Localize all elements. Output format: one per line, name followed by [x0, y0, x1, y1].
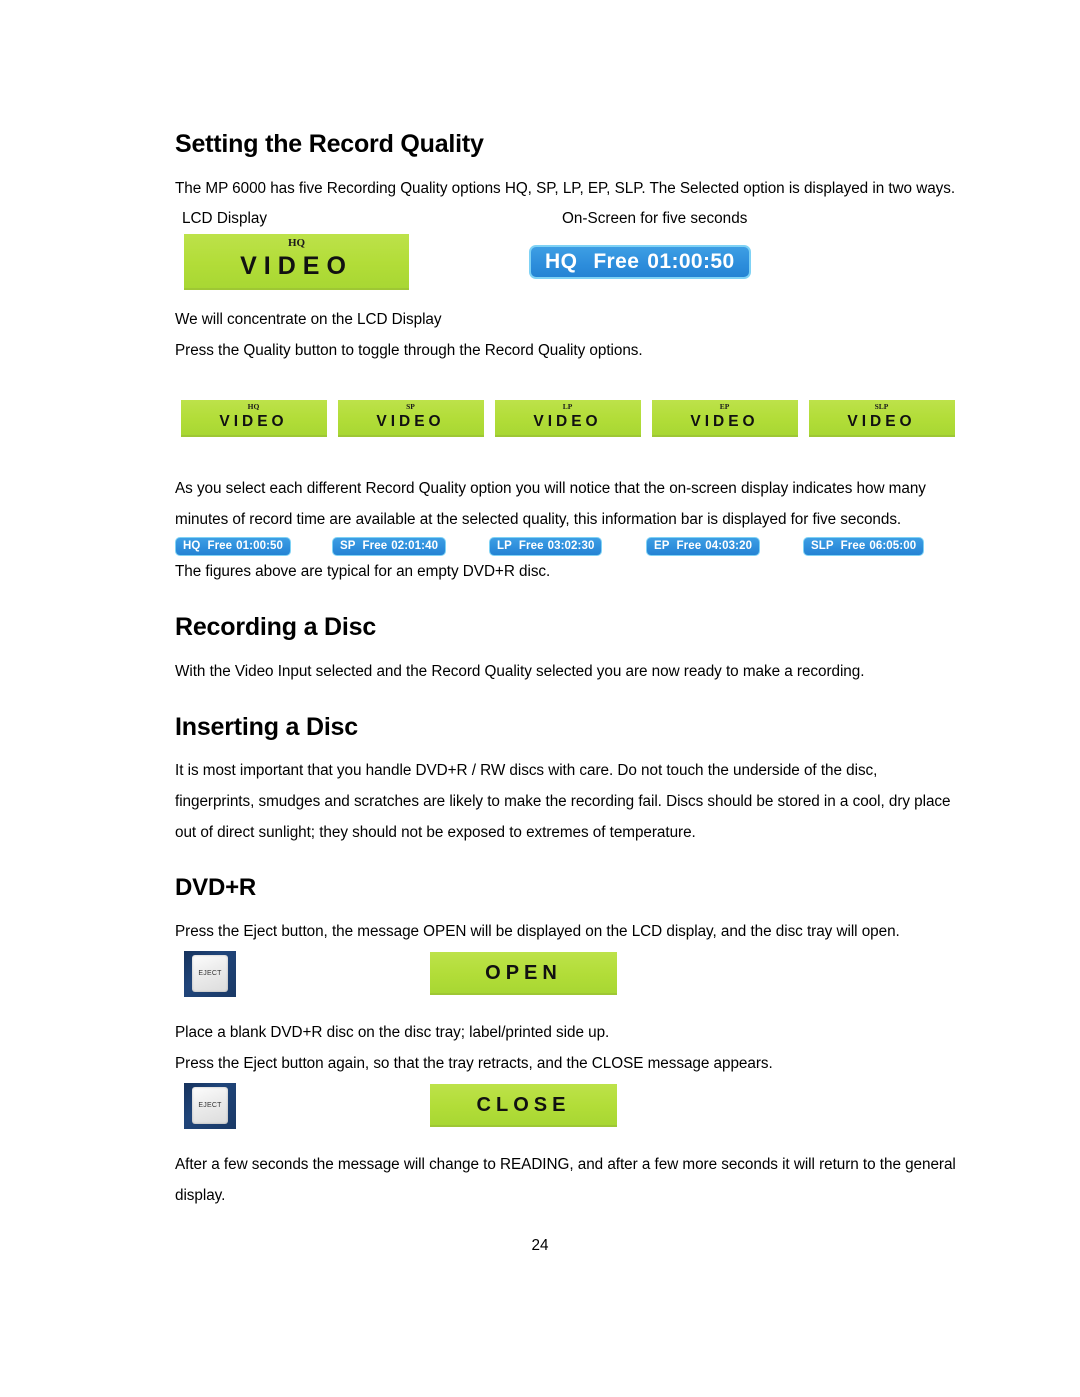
lcd-word: VIDEO	[847, 413, 916, 431]
paragraph-record-time-explanation: As you select each different Record Qual…	[175, 479, 926, 528]
display-captions-row: LCD Display On-Screen for five seconds	[175, 210, 960, 228]
lcd-panel-lp: LP VIDEO	[494, 399, 641, 437]
osd-bar-ep: EP Free 04:03:20	[646, 536, 761, 556]
lcd-panel-slot: HQ VIDEO	[175, 399, 332, 437]
osd-time: 02:01:40	[391, 540, 439, 553]
paragraph-inserting-a-disc: It is most important that you handle DVD…	[175, 762, 951, 842]
osd-mode: EP	[654, 540, 670, 553]
lcd-panels-row: HQ VIDEO SP VIDEO LP VIDEO EP VIDEO SLP …	[175, 399, 960, 437]
osd-free-label: Free	[362, 540, 388, 553]
lcd-word: VIDEO	[240, 251, 353, 280]
osd-time: 03:02:30	[547, 540, 595, 553]
lcd-mode-tag: EP	[719, 401, 730, 411]
paragraph-concentrate-lcd: We will concentrate on the LCD Display	[175, 310, 442, 328]
lcd-display-close: CLOSE	[430, 1084, 617, 1128]
lcd-display-open: OPEN	[430, 952, 617, 996]
lcd-mode-tag: SLP	[874, 401, 889, 411]
heading-inserting-a-disc: Inserting a Disc	[175, 712, 358, 741]
eject-close-figure-row: EJECT CLOSE	[175, 1082, 960, 1129]
lcd-panel-ep: EP VIDEO	[651, 399, 798, 437]
paragraph-recording-a-disc: With the Video Input selected and the Re…	[175, 662, 865, 680]
caption-on-screen: On-Screen for five seconds	[562, 209, 748, 227]
lcd-word: VIDEO	[376, 413, 445, 431]
lcd-word: VIDEO	[219, 413, 288, 431]
lcd-word: VIDEO	[533, 413, 602, 431]
heading-dvd-plus-r: DVD+R	[175, 874, 257, 902]
lcd-panel-slot: SP VIDEO	[332, 399, 489, 437]
lcd-panel-hq: HQ VIDEO	[180, 399, 327, 437]
page-number: 24	[531, 1237, 549, 1254]
lcd-word: CLOSE	[476, 1093, 571, 1116]
osd-bar-slot: SP Free 02:01:40	[332, 536, 489, 556]
eject-button-cap: EJECT	[192, 955, 228, 993]
page-content: Setting the Record Quality The MP 6000 h…	[175, 130, 960, 1211]
lcd-panel-slot: SLP VIDEO	[803, 399, 960, 437]
paragraph-quality-toggle: Press the Quality button to toggle throu…	[175, 341, 643, 359]
osd-bar-slot: SLP Free 06:05:00	[803, 536, 960, 556]
osd-mode: SP	[340, 540, 356, 553]
lcd-word: OPEN	[485, 961, 562, 984]
lcd-mode-tag: HQ	[247, 401, 260, 411]
osd-mode: HQ	[545, 249, 578, 273]
osd-bar-slp: SLP Free 06:05:00	[803, 536, 925, 556]
paragraph-record-quality-intro: The MP 6000 has five Recording Quality o…	[175, 179, 956, 197]
osd-free-label: Free	[676, 540, 702, 553]
example-displays-row: HQ VIDEO HQ Free 01:00:50	[175, 233, 960, 290]
osd-bars-row: HQ Free 01:00:50 SP Free 02:01:40 LP Fre…	[175, 536, 960, 556]
osd-free-label: Free	[840, 540, 866, 553]
paragraph-place-disc: Place a blank DVD+R disc on the disc tra…	[175, 1023, 610, 1041]
eject-open-figure-row: EJECT OPEN	[175, 950, 960, 997]
osd-free-label: Free	[207, 540, 233, 553]
osd-free-label: Free	[593, 249, 640, 273]
osd-bar-hq: HQ Free 01:00:50	[175, 536, 291, 556]
eject-button-label: EJECT	[198, 970, 222, 978]
osd-time: 01:00:50	[647, 249, 735, 273]
lcd-mode-tag: HQ	[287, 236, 306, 249]
lcd-word: VIDEO	[690, 413, 759, 431]
osd-bar-sp: SP Free 02:01:40	[332, 536, 447, 556]
osd-time: 06:05:00	[869, 540, 917, 553]
lcd-panel-sp: SP VIDEO	[337, 399, 484, 437]
osd-bar-slot: HQ Free 01:00:50	[175, 536, 332, 556]
heading-recording-a-disc: Recording a Disc	[175, 612, 377, 641]
lcd-mode-tag: SP	[406, 401, 415, 411]
osd-bar-slot: EP Free 04:03:20	[646, 536, 803, 556]
lcd-panel-slp: SLP VIDEO	[808, 399, 955, 437]
eject-button-icon: EJECT	[184, 950, 236, 997]
eject-button-icon: EJECT	[184, 1082, 236, 1129]
caption-lcd-display: LCD Display	[182, 209, 268, 227]
osd-time: 01:00:50	[236, 540, 283, 553]
lcd-panel-slot: EP VIDEO	[646, 399, 803, 437]
eject-button-label: EJECT	[198, 1102, 222, 1110]
paragraph-press-eject-again: Press the Eject button again, so that th…	[175, 1054, 773, 1072]
document-page: Setting the Record Quality The MP 6000 h…	[0, 0, 1080, 1397]
osd-free-label: Free	[518, 540, 544, 553]
osd-mode: HQ	[183, 540, 201, 553]
lcd-display-hq-video: HQ VIDEO	[184, 233, 409, 290]
lcd-mode-tag: LP	[562, 401, 573, 411]
osd-bar-slot: LP Free 03:02:30	[489, 536, 646, 556]
eject-button-cap: EJECT	[192, 1087, 228, 1125]
osd-mode: LP	[497, 540, 512, 553]
lcd-panel-slot: LP VIDEO	[489, 399, 646, 437]
osd-time: 04:03:20	[705, 540, 753, 553]
osd-mode: SLP	[811, 540, 834, 553]
paragraph-figures-note: The figures above are typical for an emp…	[175, 562, 551, 580]
osd-bar-lp: LP Free 03:02:30	[489, 536, 603, 556]
paragraph-press-eject: Press the Eject button, the message OPEN…	[175, 922, 900, 940]
paragraph-after-seconds: After a few seconds the message will cha…	[175, 1155, 956, 1204]
osd-bar-hq-example: HQ Free 01:00:50	[529, 244, 751, 279]
heading-setting-record-quality: Setting the Record Quality	[175, 130, 484, 158]
